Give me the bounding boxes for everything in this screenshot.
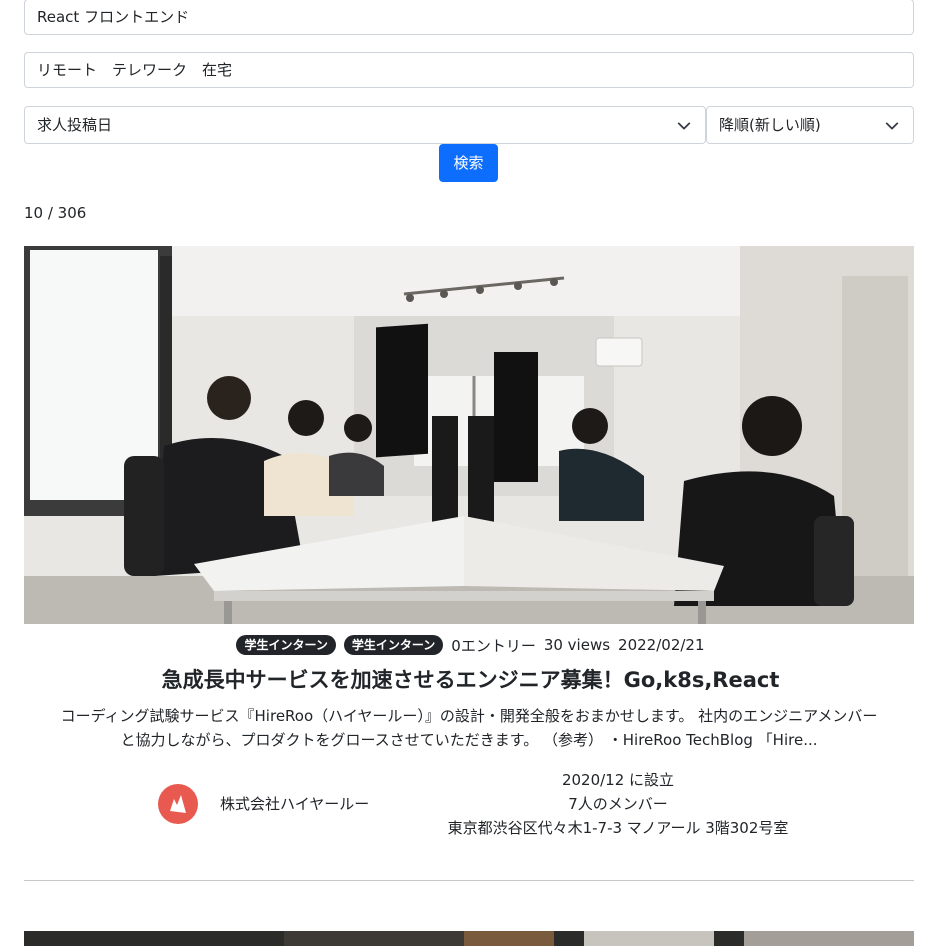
view-count: 30 views bbox=[543, 636, 611, 654]
job-title[interactable]: 急成長中サービスを加速させるエンジニア募集！Go,k8s,React bbox=[0, 664, 941, 696]
job-image[interactable] bbox=[24, 246, 914, 624]
tag-badge: 学生インターン bbox=[236, 635, 336, 655]
company-name[interactable]: 株式会社ハイヤールー bbox=[220, 793, 369, 815]
card-divider bbox=[24, 880, 914, 881]
sort-field-select[interactable]: 求人投稿日 bbox=[24, 106, 706, 144]
job-meta: 学生インターン 学生インターン 0エントリー 30 views 2022/02/… bbox=[0, 634, 941, 656]
next-photo bbox=[24, 931, 914, 946]
location-input[interactable]: リモート テレワーク 在宅 bbox=[24, 52, 914, 88]
result-count: 10 / 306 bbox=[24, 204, 87, 222]
next-job-image[interactable] bbox=[24, 931, 914, 946]
company-members: 7人のメンバー bbox=[568, 795, 668, 813]
chevron-down-icon bbox=[885, 122, 899, 130]
keyword-input[interactable]: React フロントエンド bbox=[24, 0, 914, 35]
chevron-down-icon bbox=[677, 122, 691, 130]
sort-order-value: 降順(新しい順) bbox=[719, 116, 821, 134]
job-description: コーディング試験サービス『HireRoo（ハイヤールー）』の設計・開発全般をおま… bbox=[24, 704, 914, 752]
company-founded: 2020/12 に設立 bbox=[561, 771, 675, 789]
entry-count: 0エントリー bbox=[451, 636, 536, 655]
search-button[interactable]: 検索 bbox=[439, 144, 498, 182]
description-line: と協力しながら、プロダクトをグロースさせていただきます。 （参考） ・HireR… bbox=[120, 731, 818, 749]
sort-order-select[interactable]: 降順(新しい順) bbox=[706, 106, 914, 144]
office-photo bbox=[24, 246, 914, 624]
post-date: 2022/02/21 bbox=[618, 636, 705, 654]
location-input-value: リモート テレワーク 在宅 bbox=[37, 61, 233, 79]
company-info: 2020/12 に設立 7人のメンバー 東京都渋谷区代々木1-7-3 マノアール… bbox=[400, 768, 836, 840]
company-address: 東京都渋谷区代々木1-7-3 マノアール 3階302号室 bbox=[447, 819, 789, 837]
description-line: コーディング試験サービス『HireRoo（ハイヤールー）』の設計・開発全般をおま… bbox=[60, 707, 878, 725]
company-logo bbox=[158, 784, 198, 824]
tag-badge: 学生インターン bbox=[343, 635, 444, 655]
sort-field-value: 求人投稿日 bbox=[37, 116, 113, 134]
keyword-input-value: React フロントエンド bbox=[37, 8, 190, 26]
